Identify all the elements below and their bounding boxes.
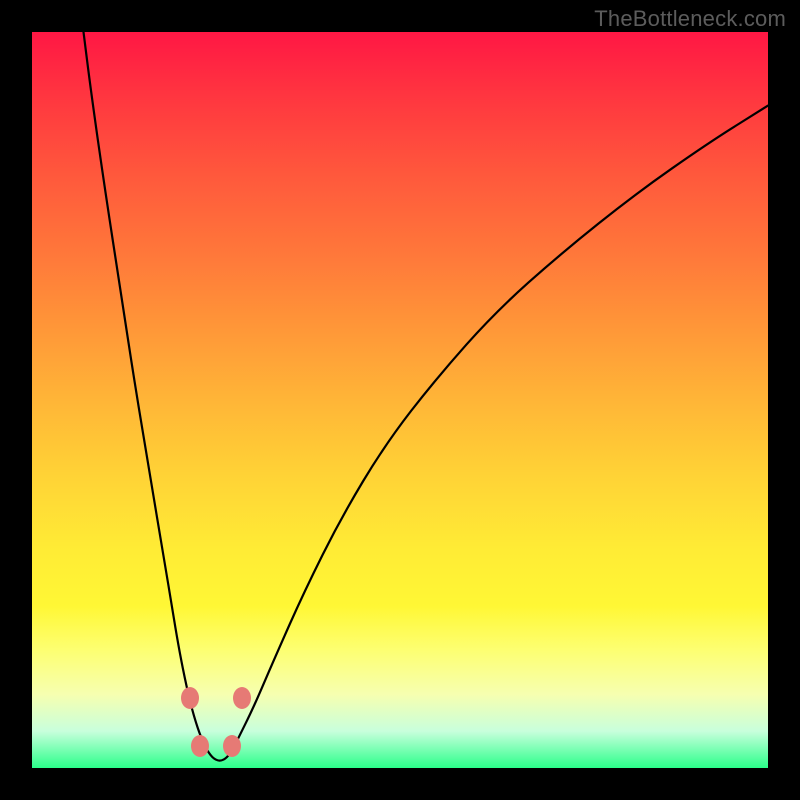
data-marker bbox=[191, 735, 209, 757]
data-marker bbox=[223, 735, 241, 757]
curve-path bbox=[84, 32, 769, 761]
chart-frame: TheBottleneck.com bbox=[0, 0, 800, 800]
bottleneck-curve bbox=[32, 32, 768, 768]
data-marker bbox=[233, 687, 251, 709]
data-marker bbox=[181, 687, 199, 709]
watermark-label: TheBottleneck.com bbox=[594, 6, 786, 32]
plot-area bbox=[32, 32, 768, 768]
